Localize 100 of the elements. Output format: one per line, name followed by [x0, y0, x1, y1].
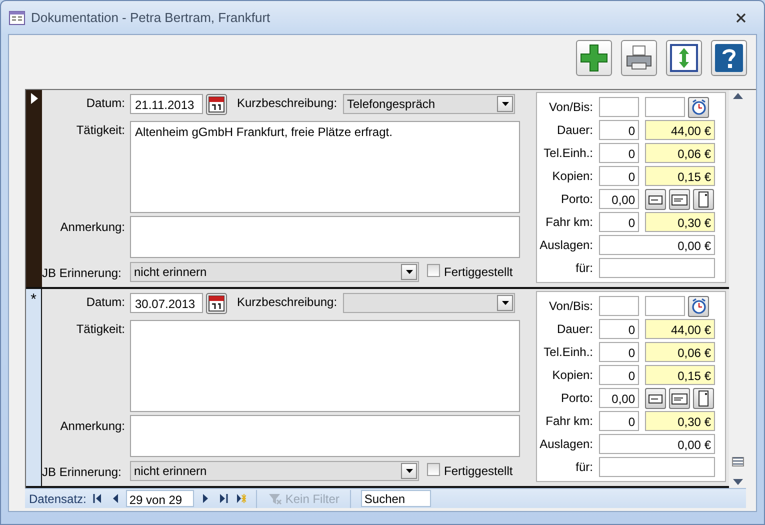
resize-button[interactable]	[666, 40, 702, 76]
clock-icon	[690, 99, 706, 115]
count-field[interactable]: 0	[599, 319, 639, 339]
scroll-down-icon[interactable]	[733, 479, 743, 485]
question-mark-icon	[714, 43, 744, 73]
amount-field: 44,00 €	[645, 120, 715, 140]
search-field[interactable]: Suchen	[361, 490, 432, 507]
field-label: Tätigkeit:	[75, 321, 126, 338]
count-field[interactable]: 0	[599, 212, 639, 232]
completed-checkbox[interactable]	[427, 463, 440, 476]
dropdown-arrow-icon	[502, 102, 508, 106]
parcel-button[interactable]	[693, 188, 714, 210]
scrollbar[interactable]	[729, 90, 747, 488]
clock-button[interactable]	[688, 96, 709, 118]
short-description-combo[interactable]: Telefongespräch	[343, 94, 515, 114]
last-record-icon	[218, 494, 228, 503]
field-label: für:	[574, 459, 593, 476]
field-label: Tätigkeit:	[75, 122, 126, 139]
record-selector[interactable]: *	[26, 289, 42, 486]
letter-button[interactable]	[645, 188, 666, 210]
reminder-combo[interactable]: nicht erinnern	[130, 461, 419, 481]
count-field[interactable]: 0	[599, 411, 639, 431]
date-field[interactable]: 30.07.2013	[130, 293, 203, 313]
new-record-button[interactable]	[234, 492, 248, 506]
plus-icon	[579, 43, 609, 73]
parcel-button[interactable]	[693, 388, 714, 408]
field-label: Tel.Einh.:	[542, 344, 593, 361]
large-letter-button[interactable]	[669, 188, 690, 210]
amount-field: 0,30 €	[645, 411, 715, 431]
activity-field[interactable]: Altenheim gGmbH Frankfurt, freie Plätze erfragt.	[130, 121, 520, 213]
completed-checkbox[interactable]	[427, 264, 440, 277]
funnel-icon	[268, 492, 282, 504]
add-button[interactable]	[576, 40, 612, 76]
vertical-arrows-icon	[669, 43, 699, 73]
amount-field: 0,15 €	[645, 365, 715, 385]
field-label: Auslagen:	[538, 237, 593, 254]
field-label: Porto:	[560, 191, 593, 208]
expenses-field: 0,00 €	[599, 434, 715, 454]
first-record-icon	[92, 494, 102, 503]
field-label: Kopien:	[551, 168, 593, 185]
count-field[interactable]: 0	[599, 166, 639, 186]
new-record-icon	[236, 494, 246, 503]
field-label: Kurzbeschreibung:	[237, 294, 338, 311]
calendar-button[interactable]	[206, 94, 227, 115]
field-label: Fahr km:	[544, 413, 593, 430]
field-label: Anmerkung:	[59, 219, 126, 236]
amount-field: 44,00 €	[645, 319, 715, 339]
field-label: Tel.Einh.:	[542, 145, 593, 162]
letter-button[interactable]	[645, 388, 666, 408]
amount-field: 0,30 €	[645, 212, 715, 232]
field-label: Datum:	[85, 95, 126, 112]
count-field[interactable]: 0	[599, 120, 639, 140]
amount-field: 0,15 €	[645, 166, 715, 186]
time-field[interactable]	[599, 97, 639, 117]
time-field[interactable]	[645, 296, 685, 316]
calendar-button[interactable]	[206, 293, 227, 314]
postage-field[interactable]: 0,00	[599, 388, 639, 408]
checkbox-label: Fertiggestellt	[444, 463, 513, 480]
field-label: für:	[574, 260, 593, 277]
reminder-combo[interactable]: nicht erinnern	[130, 262, 419, 282]
close-icon	[736, 12, 746, 22]
scroll-thumb[interactable]	[732, 457, 744, 467]
current-record-icon	[30, 93, 38, 104]
time-field[interactable]	[599, 296, 639, 316]
window-title: Dokumentation - Petra Bertram, Frankfurt	[31, 8, 270, 27]
date-field[interactable]: 21.11.2013	[130, 94, 203, 114]
clock-icon	[690, 298, 706, 314]
form-icon	[9, 10, 25, 24]
large-letter-button[interactable]	[669, 388, 690, 408]
expenses-field: 0,00 €	[599, 235, 715, 255]
remark-field[interactable]	[130, 216, 520, 258]
field-label: JB Erinnerung:	[41, 265, 122, 282]
scroll-up-icon[interactable]	[733, 93, 743, 99]
field-label: Von/Bis:	[548, 298, 593, 315]
previous-record-icon	[110, 494, 120, 503]
time-field[interactable]	[645, 97, 685, 117]
dropdown-arrow-icon	[502, 301, 508, 305]
field-label: Von/Bis:	[548, 99, 593, 116]
field-label: Auslagen:	[538, 436, 593, 453]
purpose-field[interactable]	[599, 258, 715, 278]
activity-field[interactable]	[130, 320, 520, 412]
field-label: Dauer:	[556, 321, 593, 338]
dropdown-arrow-icon	[406, 469, 412, 473]
next-record-icon	[200, 494, 210, 503]
count-field[interactable]: 0	[599, 342, 639, 362]
amount-field: 0,06 €	[645, 342, 715, 362]
clock-button[interactable]	[688, 296, 709, 316]
postage-field[interactable]: 0,00	[599, 189, 639, 209]
count-field[interactable]: 0	[599, 365, 639, 385]
print-button[interactable]	[621, 40, 657, 76]
count-field[interactable]: 0	[599, 143, 639, 163]
remark-field[interactable]	[130, 415, 520, 457]
purpose-field[interactable]	[599, 457, 715, 477]
short-description-combo[interactable]	[343, 293, 515, 313]
field-label: Datum:	[85, 294, 126, 311]
dropdown-arrow-icon	[406, 270, 412, 274]
help-button[interactable]	[711, 40, 747, 76]
field-label: Anmerkung:	[59, 418, 126, 435]
record-position-field[interactable]: 29 von 29	[126, 490, 194, 507]
field-label: Fahr km:	[544, 214, 593, 231]
